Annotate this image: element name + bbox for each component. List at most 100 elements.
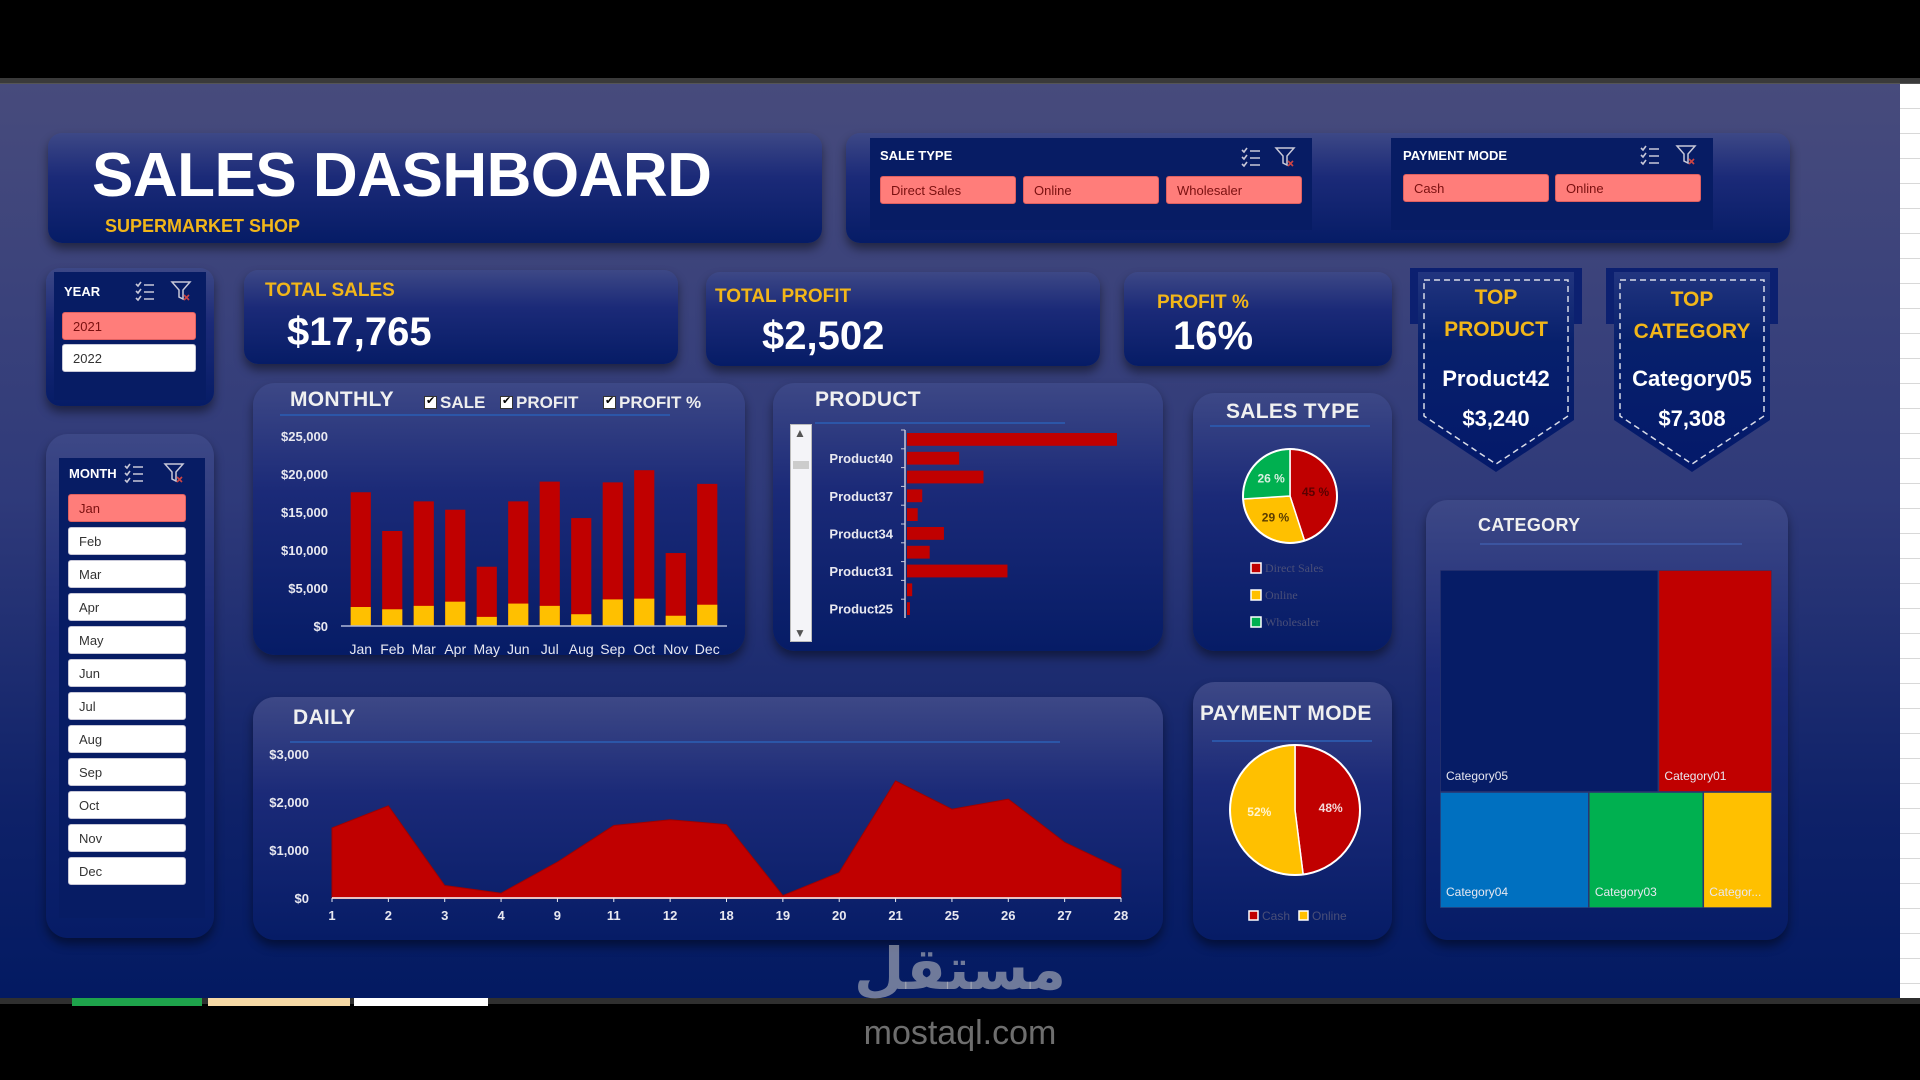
sheet-tab-1[interactable]	[72, 998, 202, 1006]
page-title: SALES DASHBOARD	[92, 141, 712, 210]
multi-select-icon[interactable]	[123, 462, 145, 484]
profit-bar	[382, 609, 403, 626]
top-product-heading-1: TOP	[1474, 286, 1518, 309]
product-label: Product40	[829, 451, 893, 466]
sale-type-slicer-title: SALE TYPE	[880, 148, 953, 163]
product-bar	[907, 564, 1008, 578]
legend-swatch	[1248, 910, 1259, 921]
toggle-profit[interactable]: PROFIT	[500, 393, 578, 413]
slicer-chip-may[interactable]: May	[68, 626, 186, 654]
x-tick-label: 2	[385, 908, 392, 923]
product-chart-title: PRODUCT	[815, 388, 921, 411]
total-profit-label: TOTAL PROFIT	[715, 286, 852, 307]
payment-mode-pie: 48% 52% Cash Online	[1229, 744, 1361, 923]
pie-data-label: 52%	[1247, 805, 1271, 819]
scroll-thumb[interactable]	[793, 461, 809, 469]
x-tick-label: 3	[441, 908, 448, 923]
legend-swatch	[1250, 562, 1262, 574]
x-tick-label: Apr	[444, 641, 466, 657]
slicer-chip-nov[interactable]: Nov	[68, 824, 186, 852]
payment-mode-slicer: PAYMENT MODE Cash Online	[1391, 138, 1713, 230]
multi-select-icon[interactable]	[1639, 144, 1661, 166]
slicer-chip-2022[interactable]: 2022	[62, 344, 196, 372]
profit-bar	[634, 598, 655, 626]
clear-filter-icon[interactable]	[170, 280, 192, 302]
slicer-chip-jul[interactable]: Jul	[68, 692, 186, 720]
clear-filter-icon[interactable]	[1675, 144, 1697, 166]
sheet-tab-2[interactable]	[208, 998, 350, 1006]
clear-filter-icon[interactable]	[1274, 146, 1296, 168]
multi-select-icon[interactable]	[134, 280, 156, 302]
slicer-chip-feb[interactable]: Feb	[68, 527, 186, 555]
slicer-chip-dec[interactable]: Dec	[68, 857, 186, 885]
scroll-down-icon[interactable]: ▼	[794, 626, 806, 640]
x-tick-label: 26	[1001, 908, 1015, 923]
y-tick-label: $10,000	[281, 543, 328, 558]
slicer-chip-online[interactable]: Online	[1023, 176, 1159, 204]
profit-bar	[539, 605, 560, 626]
toggle-profit-pct[interactable]: PROFIT %	[603, 393, 701, 413]
x-tick-label: Sep	[600, 641, 625, 657]
product-label: Product25	[829, 602, 893, 617]
product-bar	[907, 470, 984, 484]
product-label: Product34	[829, 526, 893, 541]
profit-bar	[413, 605, 434, 626]
top-black-bar	[0, 0, 1920, 80]
spreadsheet-cells-right	[1900, 84, 1920, 998]
toggle-sale[interactable]: SALE	[424, 393, 485, 413]
sale-bar	[697, 483, 718, 626]
slicer-chip-sep[interactable]: Sep	[68, 758, 186, 786]
slicer-chip-oct[interactable]: Oct	[68, 791, 186, 819]
x-tick-label: 4	[497, 908, 505, 923]
multi-select-icon[interactable]	[1240, 146, 1262, 168]
checkbox-icon[interactable]	[500, 394, 513, 409]
checkbox-icon[interactable]	[603, 394, 616, 409]
legend-label: Cash	[1262, 909, 1290, 923]
slicer-chip-jan[interactable]: Jan	[68, 494, 186, 522]
slicer-chip-apr[interactable]: Apr	[68, 593, 186, 621]
slicer-chip-aug[interactable]: Aug	[68, 725, 186, 753]
product-bar	[907, 508, 918, 521]
slicer-chip-mar[interactable]: Mar	[68, 560, 186, 588]
profit-bar	[445, 601, 466, 626]
slicer-chip-direct-sales[interactable]: Direct Sales	[880, 176, 1016, 204]
treemap-tile-1	[1440, 570, 1660, 793]
legend-label: Online	[1312, 909, 1347, 923]
toggle-profit-label: PROFIT	[516, 393, 579, 412]
treemap-tile-2	[1657, 570, 1772, 793]
title-underline	[1210, 425, 1370, 427]
top-product-heading-2: PRODUCT	[1444, 318, 1548, 341]
x-tick-label: 21	[888, 908, 902, 923]
x-tick-label: 27	[1057, 908, 1071, 923]
total-sales-value: $17,765	[287, 310, 432, 354]
watermark-site: mostaql.com	[863, 1014, 1057, 1052]
sheet-tab-dashboard[interactable]	[354, 998, 488, 1006]
slicer-chip-online-payment[interactable]: Online	[1555, 174, 1701, 202]
x-tick-label: Mar	[412, 641, 436, 657]
slicer-chip-jun[interactable]: Jun	[68, 659, 186, 687]
product-scrollbar[interactable]: ▲ ▼	[790, 424, 812, 642]
x-tick-label: 20	[832, 908, 846, 923]
year-slicer: YEAR 2021 2022	[54, 272, 206, 400]
x-tick-label: May	[474, 641, 500, 657]
profit-pct-card	[1124, 272, 1392, 366]
x-tick-label: 19	[776, 908, 790, 923]
top-category-value: $7,308	[1658, 406, 1726, 431]
x-tick-label: Jul	[541, 641, 559, 657]
scroll-up-icon[interactable]: ▲	[794, 426, 806, 440]
slicer-chip-2021[interactable]: 2021	[62, 312, 196, 340]
profit-bar	[571, 614, 592, 626]
profit-bar	[665, 615, 686, 626]
x-tick-label: Jan	[349, 641, 372, 657]
product-bar	[907, 583, 913, 597]
x-tick-label: 1	[328, 908, 335, 923]
slicer-chip-cash[interactable]: Cash	[1403, 174, 1549, 202]
checkbox-icon[interactable]	[424, 394, 437, 409]
page-subtitle: SUPERMARKET SHOP	[105, 216, 301, 236]
slicer-chip-wholesaler[interactable]: Wholesaler	[1166, 176, 1302, 204]
clear-filter-icon[interactable]	[163, 462, 185, 484]
x-tick-label: Oct	[633, 641, 655, 657]
month-slicer-title: MONTH	[69, 466, 117, 481]
watermark-arabic: مستقل	[853, 937, 1067, 1002]
sale-bar	[571, 518, 592, 626]
